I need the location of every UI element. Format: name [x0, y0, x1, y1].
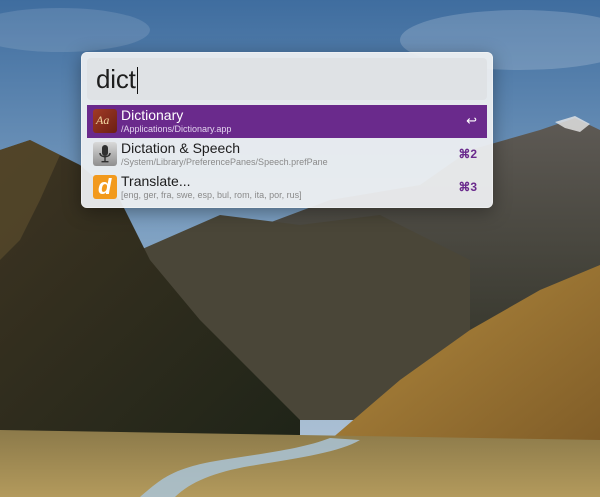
result-item-dictation-speech[interactable]: Dictation & Speech /System/Library/Prefe… [87, 138, 487, 171]
shortcut-label: ⌘3 [458, 180, 477, 194]
result-item-translate[interactable]: d Translate... [eng, ger, fra, swe, esp,… [87, 171, 487, 204]
search-input[interactable]: dict [96, 64, 138, 94]
shortcut-label: ⌘2 [458, 147, 477, 161]
result-subtitle: /Applications/Dictionary.app [121, 124, 232, 134]
result-subtitle: /System/Library/PreferencePanes/Speech.p… [121, 157, 328, 167]
result-title: Dictionary [121, 107, 184, 123]
return-key-icon: ↩ [466, 113, 477, 128]
launcher-panel: dict Aa Dictionary /Applications/Diction… [81, 52, 493, 208]
result-item-dictionary[interactable]: Aa Dictionary /Applications/Dictionary.a… [87, 105, 487, 138]
search-field[interactable]: dict [87, 58, 487, 100]
microphone-icon [93, 142, 117, 166]
result-subtitle: [eng, ger, fra, swe, esp, bul, rom, ita,… [121, 190, 302, 200]
translate-icon: d [93, 174, 117, 199]
results-list: Aa Dictionary /Applications/Dictionary.a… [87, 105, 487, 204]
result-title: Dictation & Speech [121, 140, 241, 156]
dictionary-app-icon: Aa [93, 109, 117, 133]
text-caret [136, 67, 138, 94]
search-query-text: dict [96, 64, 136, 94]
result-title: Translate... [121, 173, 191, 189]
